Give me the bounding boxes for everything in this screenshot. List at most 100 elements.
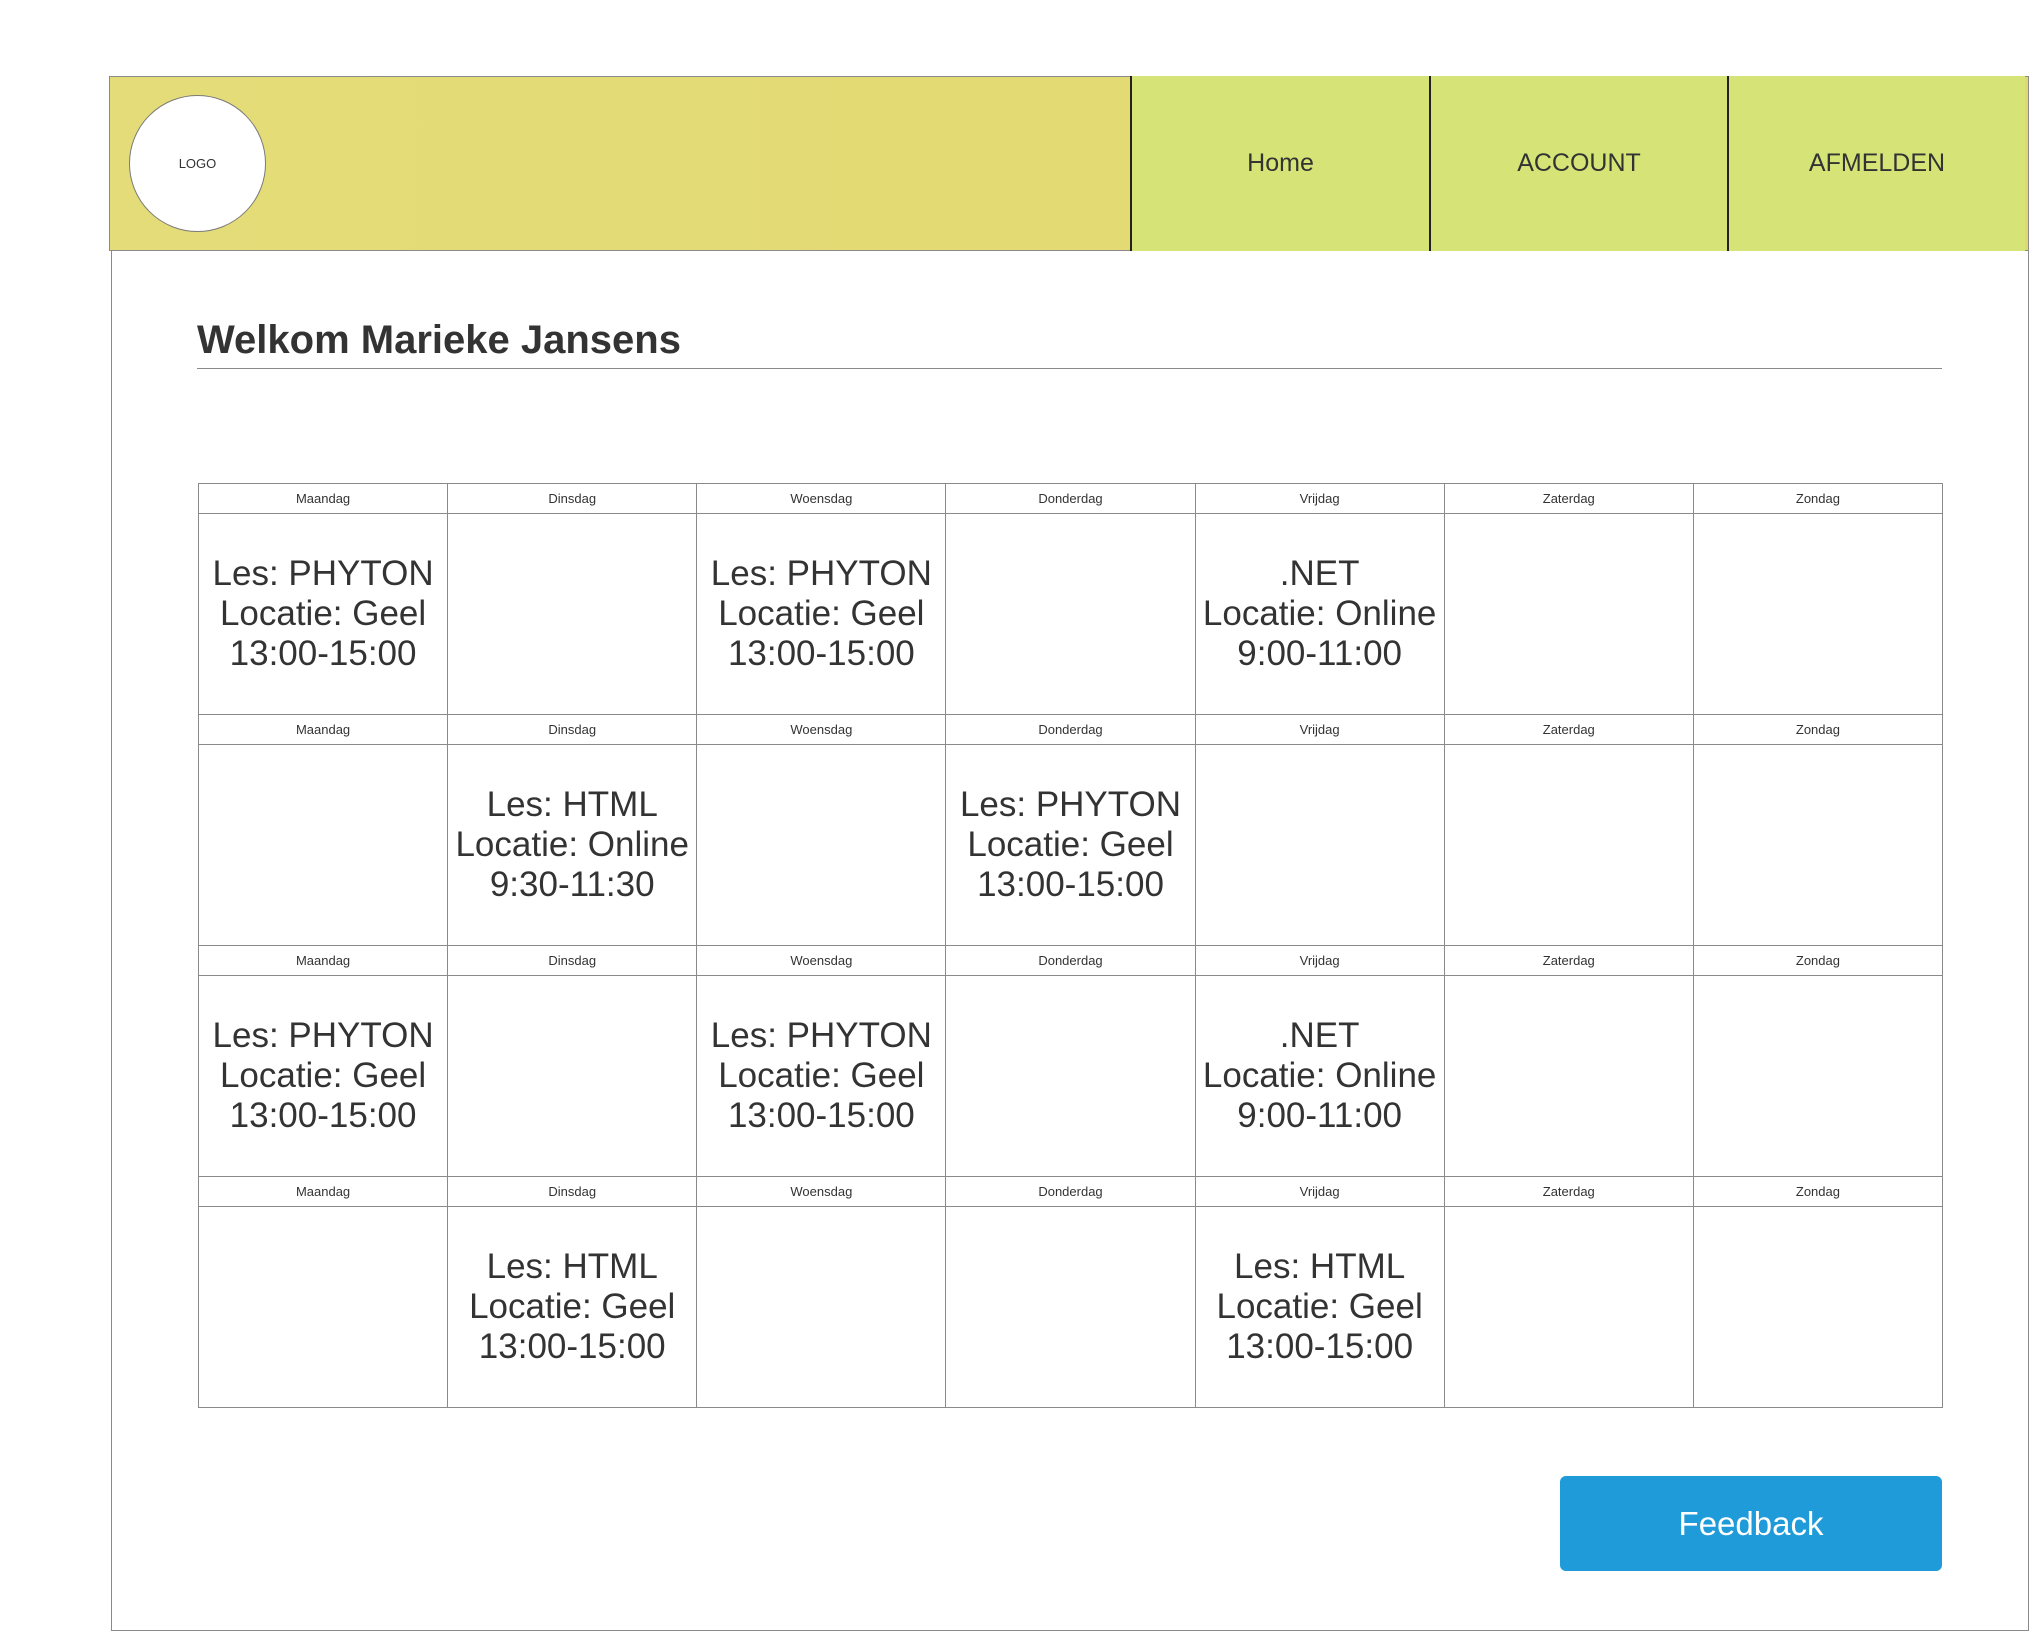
- schedule-week-row: Les: HTML Locatie: Geel 13:00-15:00 Les: HT…: [197, 1206, 1944, 1408]
- lesson-title: Les: PHYTON: [959, 785, 1182, 824]
- schedule-cell[interactable]: Les: PHYTON Locatie: Geel 13:00-15:00: [945, 744, 1196, 946]
- lesson-time: 13:00-15:00: [1226, 1327, 1414, 1366]
- day-label: Woensdag: [696, 945, 947, 976]
- lesson-location: Locatie: Geel: [718, 594, 925, 633]
- day-label: Vrijdag: [1194, 945, 1445, 976]
- lesson-location: Locatie: Geel: [1216, 1287, 1423, 1326]
- day-label: Zaterdag: [1443, 1176, 1694, 1207]
- schedule-week-row: Les: HTML Locatie: Online 9:30-11:30 Les: P…: [197, 744, 1944, 946]
- lesson-time: 13:00-15:00: [229, 1096, 417, 1135]
- schedule-cell[interactable]: Les: PHYTON Locatie: Geel 13:00-15:00: [197, 513, 449, 715]
- schedule-cell[interactable]: .NET Locatie: Online 9:00-11:00: [1194, 513, 1445, 715]
- day-label: Donderdag: [945, 714, 1196, 745]
- day-label: Donderdag: [945, 945, 1196, 976]
- day-label: Zaterdag: [1443, 714, 1694, 745]
- lesson-title: .NET: [1279, 554, 1360, 593]
- schedule-cell[interactable]: Les: HTML Locatie: Geel 13:00-15:00: [1194, 1206, 1445, 1408]
- lesson-title: Les: HTML: [486, 1247, 658, 1286]
- lesson-location: Locatie: Geel: [967, 825, 1174, 864]
- schedule-cell: [945, 513, 1196, 715]
- nav-item-label: AFMELDEN: [1808, 149, 1946, 177]
- day-header-row: Maandag Dinsdag Woensdag Donderdag Vrijdag Za…: [197, 714, 1944, 745]
- schedule-cell: [696, 744, 947, 946]
- lesson-location: Locatie: Geel: [219, 1056, 427, 1095]
- schedule-cell[interactable]: Les: PHYTON Locatie: Geel 13:00-15:00: [696, 975, 947, 1177]
- schedule-cell: [1692, 513, 1944, 715]
- day-header-row: Maandag Dinsdag Woensdag Donderdag Vrijdag Za…: [197, 945, 1944, 976]
- day-label: Zondag: [1692, 1176, 1944, 1207]
- day-header-row: Maandag Dinsdag Woensdag Donderdag Vrijdag Za…: [197, 1176, 1944, 1207]
- lesson-location: Locatie: Geel: [219, 594, 427, 633]
- schedule-cell: [447, 513, 698, 715]
- feedback-button[interactable]: Feedback: [1560, 1476, 1942, 1571]
- lesson-time: 13:00-15:00: [229, 634, 417, 673]
- page-title: Welkom Marieke Jansens: [197, 318, 681, 362]
- lesson-time: 9:00-11:00: [1237, 1096, 1403, 1135]
- day-label: Dinsdag: [447, 945, 698, 976]
- nav-item-account[interactable]: ACCOUNT: [1429, 76, 1727, 251]
- schedule-cell: [945, 975, 1196, 1177]
- lesson-title: .NET: [1279, 1016, 1360, 1055]
- header: LOGO Home ACCOUNT AFMELDEN: [109, 76, 2029, 251]
- schedule-cell: [1194, 744, 1445, 946]
- lesson-time: 9:00-11:00: [1237, 634, 1403, 673]
- day-label: Zondag: [1692, 483, 1944, 514]
- lesson-title: Les: HTML: [1234, 1247, 1406, 1286]
- lesson-time: 13:00-15:00: [478, 1327, 666, 1366]
- lesson-location: Locatie: Geel: [718, 1056, 925, 1095]
- day-label: Woensdag: [696, 483, 947, 514]
- logo-text: LOGO: [178, 156, 217, 171]
- schedule-cell: [1443, 744, 1694, 946]
- schedule-cell: [945, 1206, 1196, 1408]
- lesson-title: Les: PHYTON: [212, 1016, 434, 1055]
- lesson-time: 13:00-15:00: [727, 1096, 915, 1135]
- logo[interactable]: LOGO: [129, 95, 266, 232]
- schedule-cell: [1443, 975, 1694, 1177]
- day-label: Dinsdag: [447, 483, 698, 514]
- schedule-cell[interactable]: Les: PHYTON Locatie: Geel 13:00-15:00: [696, 513, 947, 715]
- nav-item-label: Home: [1247, 149, 1314, 177]
- schedule-cell[interactable]: Les: HTML Locatie: Geel 13:00-15:00: [447, 1206, 698, 1408]
- schedule-cell[interactable]: Les: PHYTON Locatie: Geel 13:00-15:00: [197, 975, 449, 1177]
- nav-bar: Home ACCOUNT AFMELDEN: [1130, 76, 2025, 251]
- lesson-title: Les: PHYTON: [710, 1016, 932, 1055]
- lesson-time: 9:30-11:30: [489, 865, 655, 904]
- lesson-title: Les: PHYTON: [710, 554, 932, 593]
- title-divider: [197, 368, 1942, 369]
- nav-item-afmelden[interactable]: AFMELDEN: [1727, 76, 2025, 251]
- schedule-cell: [1692, 975, 1944, 1177]
- day-label: Zaterdag: [1443, 483, 1694, 514]
- day-label: Zondag: [1692, 945, 1944, 976]
- day-label: Zondag: [1692, 714, 1944, 745]
- day-label: Zaterdag: [1443, 945, 1694, 976]
- day-label: Vrijdag: [1194, 1176, 1445, 1207]
- day-label: Maandag: [197, 945, 449, 976]
- schedule-table: Maandag Dinsdag Woensdag Donderdag Vrijdag Za…: [197, 483, 1944, 1408]
- day-label: Woensdag: [696, 714, 947, 745]
- schedule-week-row: Les: PHYTON Locatie: Geel 13:00-15:00 Les: …: [197, 513, 1944, 715]
- schedule-week-row: Les: PHYTON Locatie: Geel 13:00-15:00 Les: …: [197, 975, 1944, 1177]
- lesson-title: Les: PHYTON: [212, 554, 434, 593]
- lesson-time: 13:00-15:00: [727, 634, 915, 673]
- day-label: Maandag: [197, 483, 449, 514]
- day-header-row: Maandag Dinsdag Woensdag Donderdag Vrijdag Za…: [197, 483, 1944, 514]
- schedule-cell[interactable]: Les: HTML Locatie: Online 9:30-11:30: [447, 744, 698, 946]
- schedule-cell: [696, 1206, 947, 1408]
- lesson-title: Les: HTML: [486, 785, 658, 824]
- day-label: Woensdag: [696, 1176, 947, 1207]
- day-label: Dinsdag: [447, 714, 698, 745]
- schedule-cell: [1443, 513, 1694, 715]
- schedule-cell[interactable]: .NET Locatie: Online 9:00-11:00: [1194, 975, 1445, 1177]
- day-label: Maandag: [197, 714, 449, 745]
- day-label: Vrijdag: [1194, 483, 1445, 514]
- schedule-cell: [197, 744, 449, 946]
- nav-item-label: ACCOUNT: [1517, 149, 1641, 177]
- day-label: Vrijdag: [1194, 714, 1445, 745]
- day-label: Donderdag: [945, 1176, 1196, 1207]
- schedule-cell: [197, 1206, 449, 1408]
- day-label: Maandag: [197, 1176, 449, 1207]
- nav-item-home[interactable]: Home: [1130, 76, 1429, 251]
- lesson-time: 13:00-15:00: [977, 865, 1164, 904]
- schedule-cell: [1692, 1206, 1944, 1408]
- lesson-location: Locatie: Geel: [469, 1287, 676, 1326]
